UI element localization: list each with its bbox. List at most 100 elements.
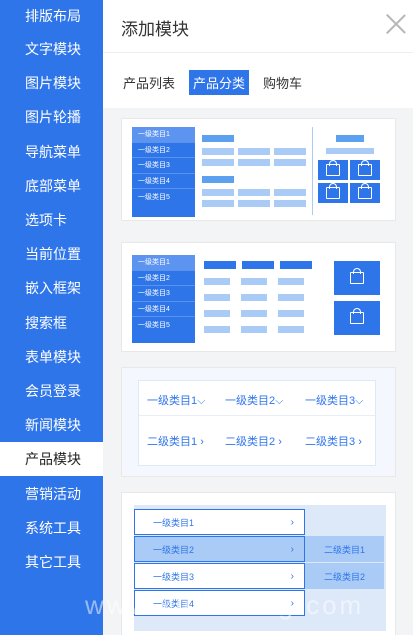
row-divider xyxy=(139,415,375,416)
placeholder-block xyxy=(278,326,304,333)
sidebar-item-other-tools[interactable]: 其它工具 xyxy=(0,545,103,579)
category-module-card-2[interactable]: 一级类目1 一级类目2 一级类目3 一级类目4 一级类目5 xyxy=(121,242,396,352)
placeholder-block xyxy=(204,326,230,333)
chevron-right-icon: › xyxy=(290,516,294,528)
placeholder-block xyxy=(202,176,234,183)
placeholder-block xyxy=(274,200,306,207)
second-level-category: 二级类目2 › xyxy=(225,436,282,448)
category-module-card-1[interactable]: 一级类目1 一级类目2 一级类目3 一级类目4 一级类目5 xyxy=(121,118,396,221)
flyout-row: 一级类目3 › xyxy=(134,563,305,589)
sidebar-item-member-login[interactable]: 会员登录 xyxy=(0,374,103,408)
close-icon[interactable] xyxy=(385,13,407,35)
category-tabs: 产品列表 产品分类 购物车 xyxy=(119,70,316,95)
nav-item: 一级类目5 xyxy=(138,322,170,330)
placeholder-block xyxy=(238,148,270,155)
flyout-subitem: 二级类目2 xyxy=(305,563,384,589)
sidebar-item-image[interactable]: 图片模块 xyxy=(0,66,103,100)
first-level-category: 一级类目2⌵ xyxy=(225,395,284,407)
product-thumb xyxy=(334,261,380,295)
placeholder-block xyxy=(278,278,304,285)
placeholder-block xyxy=(202,135,234,142)
chevron-down-icon: ⌵ xyxy=(197,395,206,407)
product-thumb xyxy=(334,301,380,335)
nav-item: 一级类目1 xyxy=(132,127,195,143)
first-level-category: 一级类目1⌵ xyxy=(147,395,206,407)
placeholder-block xyxy=(241,326,267,333)
sidebar-item-nav-menu[interactable]: 导航菜单 xyxy=(0,135,103,169)
nav-item: 一级类目4 xyxy=(132,302,195,318)
sidebar-item-carousel[interactable]: 图片轮播 xyxy=(0,100,103,134)
placeholder-block xyxy=(336,135,364,142)
product-thumb xyxy=(350,183,380,203)
sidebar-item-layout[interactable]: 排版布局 xyxy=(0,0,103,32)
placeholder-block xyxy=(274,148,306,155)
placeholder-block xyxy=(241,310,267,317)
shopping-bag-icon xyxy=(326,183,340,199)
chevron-right-icon: › xyxy=(290,570,294,582)
flyout-row: 一级类目2 › xyxy=(134,536,305,562)
category-module-card-3[interactable]: 一级类目1⌵ 一级类目2⌵ 一级类目3⌵ 二级类目1 › 二级类目2 › 二级类… xyxy=(121,367,396,477)
placeholder-block xyxy=(242,261,274,269)
category-dropdown-preview: 一级类目1⌵ 一级类目2⌵ 一级类目3⌵ 二级类目1 › 二级类目2 › 二级类… xyxy=(138,380,376,466)
shopping-bag-icon xyxy=(326,160,340,176)
category-nav-column: 一级类目1 一级类目2 一级类目3 一级类目4 一级类目5 xyxy=(132,127,195,217)
second-level-category: 二级类目3 › xyxy=(305,436,362,448)
nav-item: 一级类目2 xyxy=(132,271,195,287)
sidebar-item-product[interactable]: 产品模块 xyxy=(0,442,103,477)
sidebar-item-search[interactable]: 搜索框 xyxy=(0,306,103,340)
tab-cart[interactable]: 购物车 xyxy=(259,70,306,95)
chevron-right-icon: › xyxy=(290,543,294,555)
flyout-subitem: 二级类目1 xyxy=(305,536,384,562)
placeholder-block xyxy=(202,200,234,207)
add-module-panel: 添加模块 产品列表 产品分类 购物车 一级类目1 一级类目2 一级类目3 一级类… xyxy=(103,0,413,635)
nav-item: 一级类目3 xyxy=(132,158,195,174)
nav-item: 一级类目3 xyxy=(132,286,195,302)
placeholder-block xyxy=(238,189,270,196)
placeholder-block xyxy=(274,189,306,196)
tab-product-list[interactable]: 产品列表 xyxy=(119,70,179,95)
placeholder-block xyxy=(202,148,234,155)
product-thumb xyxy=(350,160,380,180)
shopping-bag-icon xyxy=(350,308,364,324)
category-nav-column: 一级类目1 一级类目2 一级类目3 一级类目4 一级类目5 xyxy=(132,255,195,343)
nav-item: 一级类目1 xyxy=(132,255,195,271)
placeholder-block xyxy=(238,159,270,166)
sidebar-item-breadcrumb[interactable]: 当前位置 xyxy=(0,237,103,271)
sidebar-item-tabs[interactable]: 选项卡 xyxy=(0,203,103,237)
placeholder-block xyxy=(280,261,312,269)
sidebar-item-news[interactable]: 新闻模块 xyxy=(0,408,103,442)
sidebar-item-marketing[interactable]: 营销活动 xyxy=(0,476,103,510)
module-preview-list: 一级类目1 一级类目2 一级类目3 一级类目4 一级类目5 一级类目1 一级类目… xyxy=(103,108,413,635)
sidebar-item-footer-menu[interactable]: 底部菜单 xyxy=(0,169,103,203)
placeholder-block xyxy=(202,159,234,166)
shopping-bag-icon xyxy=(350,268,364,284)
chevron-down-icon: ⌵ xyxy=(355,395,364,407)
sidebar-item-text[interactable]: 文字模块 xyxy=(0,32,103,66)
chevron-down-icon: ⌵ xyxy=(275,395,284,407)
placeholder-block xyxy=(204,278,230,285)
placeholder-block xyxy=(204,294,230,301)
placeholder-block xyxy=(278,310,304,317)
tab-product-category[interactable]: 产品分类 xyxy=(189,70,250,95)
module-sidebar: 排版布局 文字模块 图片模块 图片轮播 导航菜单 底部菜单 选项卡 当前位置 嵌… xyxy=(0,0,103,635)
chevron-right-icon: › xyxy=(358,436,362,448)
placeholder-block xyxy=(278,294,304,301)
vertical-divider xyxy=(312,127,313,215)
nav-item: 一级类目5 xyxy=(138,194,170,202)
sidebar-item-system-tools[interactable]: 系统工具 xyxy=(0,511,103,545)
placeholder-block xyxy=(202,189,234,196)
chevron-right-icon: › xyxy=(200,436,204,448)
placeholder-block xyxy=(204,310,230,317)
placeholder-block xyxy=(204,261,236,269)
chevron-right-icon: › xyxy=(278,436,282,448)
panel-title: 添加模块 xyxy=(121,20,189,39)
sidebar-item-iframe[interactable]: 嵌入框架 xyxy=(0,271,103,305)
header-divider xyxy=(103,52,413,53)
shopping-bag-icon xyxy=(358,160,372,176)
first-level-category: 一级类目3⌵ xyxy=(305,395,364,407)
sidebar-item-form[interactable]: 表单模块 xyxy=(0,340,103,374)
flyout-row: 一级类目1 › xyxy=(134,509,305,535)
placeholder-block xyxy=(238,200,270,207)
shopping-bag-icon xyxy=(358,183,372,199)
placeholder-block xyxy=(326,148,374,154)
